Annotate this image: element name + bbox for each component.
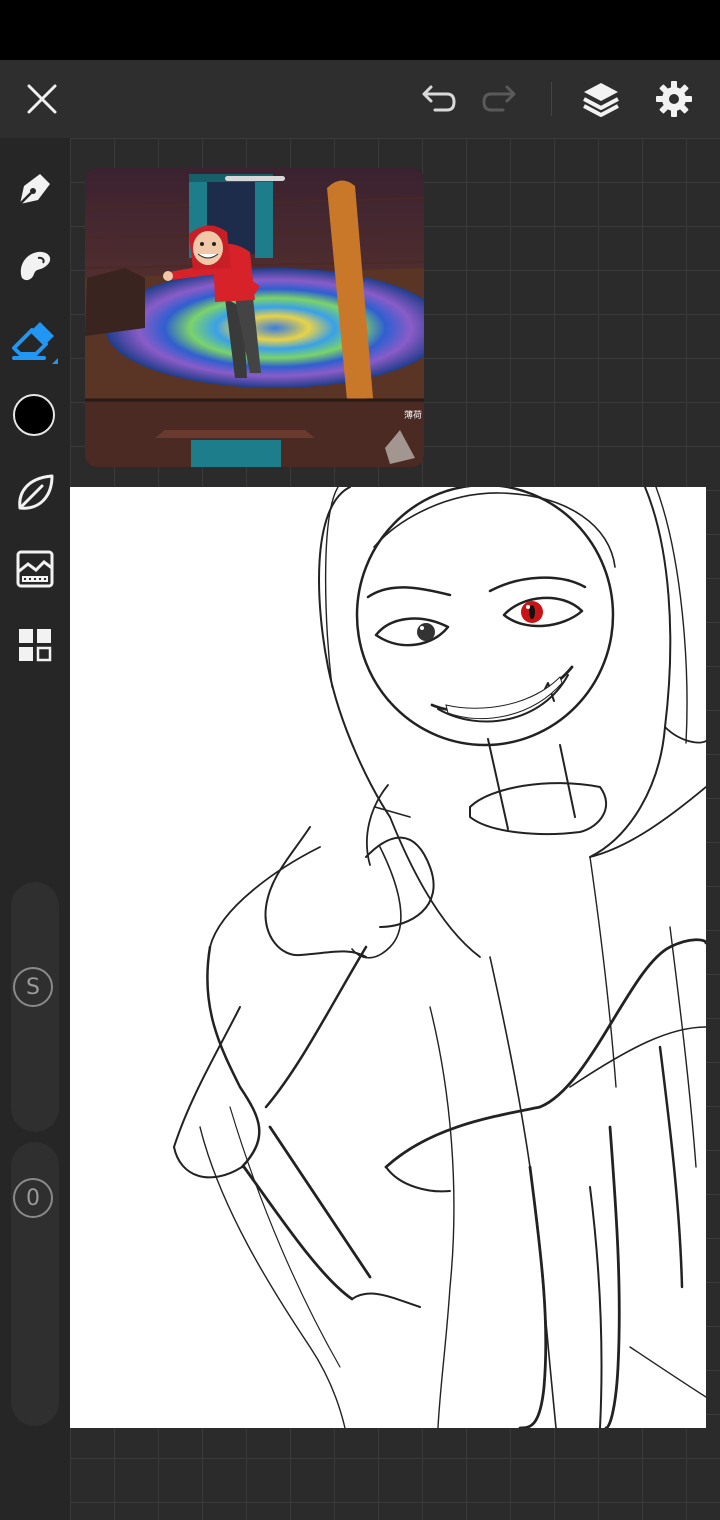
- window-drag-handle[interactable]: [225, 176, 285, 181]
- image-icon[interactable]: [12, 546, 58, 592]
- smudge-icon[interactable]: [12, 242, 58, 288]
- layers-icon[interactable]: [578, 76, 624, 122]
- sketch-artwork: [173, 487, 706, 1428]
- close-icon[interactable]: [20, 77, 64, 121]
- eraser-icon[interactable]: [10, 318, 60, 366]
- color-swatch[interactable]: [13, 394, 55, 436]
- drawing-app: S 0 薄荷: [0, 0, 720, 1520]
- reference-image-window[interactable]: 薄荷: [85, 168, 424, 467]
- reference-image: [85, 168, 424, 467]
- pen-nib-icon[interactable]: [12, 166, 58, 212]
- brush-size-indicator[interactable]: S: [13, 967, 53, 1007]
- status-bar: [0, 0, 720, 60]
- brush-size-slider[interactable]: [11, 882, 59, 1132]
- grid-icon[interactable]: [12, 622, 58, 668]
- leaf-icon[interactable]: [12, 470, 58, 516]
- opacity-indicator[interactable]: 0: [13, 1178, 53, 1218]
- redo-icon[interactable]: [478, 77, 524, 121]
- toolbar-divider: [551, 82, 552, 116]
- undo-icon[interactable]: [414, 77, 460, 121]
- gear-icon[interactable]: [651, 76, 697, 122]
- reference-caption: 薄荷: [403, 411, 422, 421]
- drawing-canvas[interactable]: [70, 487, 706, 1428]
